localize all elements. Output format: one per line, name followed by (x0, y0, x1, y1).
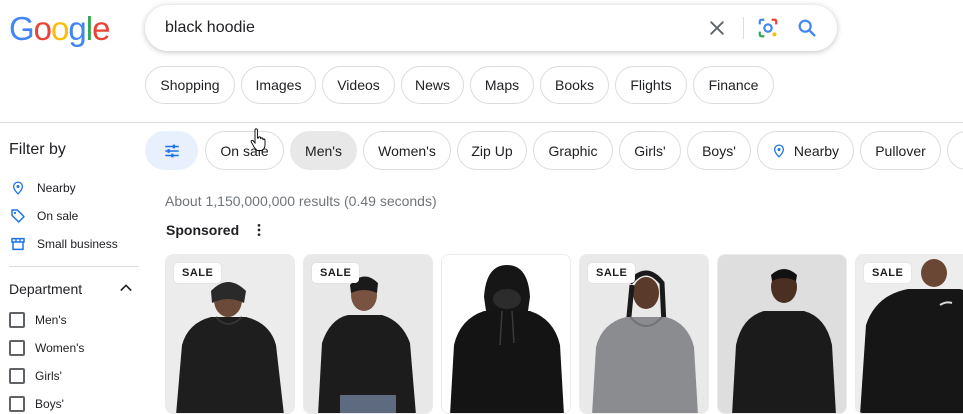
tab-label: Shopping (160, 77, 220, 93)
search-divider (743, 17, 744, 39)
tab-news[interactable]: News (401, 66, 464, 104)
mouse-cursor-icon (250, 128, 266, 151)
department-option-girls[interactable]: Girls' (9, 366, 62, 386)
tab-books[interactable]: Books (540, 66, 609, 104)
checkbox-label: Women's (35, 341, 85, 355)
chip-graphic[interactable]: Graphic (533, 131, 613, 170)
chip-label: Girls' (634, 142, 666, 159)
checkbox[interactable] (9, 368, 25, 384)
chevron-up-icon[interactable] (118, 280, 134, 296)
sponsored-label: Sponsored (166, 222, 240, 238)
logo-letter: e (92, 10, 110, 47)
filter-by-title: Filter by (9, 141, 66, 158)
sliders-icon (164, 144, 179, 157)
tab-label: Flights (630, 77, 672, 93)
sidebar-item-nearby[interactable]: Nearby (9, 178, 76, 198)
tag-icon (9, 207, 27, 225)
chip-nearby[interactable]: Nearby (757, 131, 854, 170)
department-option-womens[interactable]: Women's (9, 338, 84, 358)
product-card[interactable]: SALE (165, 254, 295, 414)
department-option-mens[interactable]: Men's (9, 310, 67, 330)
product-card[interactable] (717, 254, 847, 414)
product-image-hoodie (442, 255, 570, 413)
department-option-boys[interactable]: Boys' (9, 394, 64, 414)
sidebar-item-label: On sale (37, 209, 79, 223)
chip-label: Boys' (702, 142, 736, 159)
product-image-hoodie (718, 255, 846, 413)
location-pin-icon (773, 144, 784, 158)
tab-label: Maps (484, 77, 520, 93)
sidebar-item-label: Small business (37, 237, 118, 251)
chip-label: Graphic (548, 142, 598, 159)
filter-settings-button[interactable] (145, 131, 198, 170)
chip-boys[interactable]: Boys' (687, 131, 751, 170)
chip-label: Women's (378, 142, 436, 159)
google-logo[interactable]: Google (9, 10, 110, 47)
sidebar-divider (9, 266, 139, 267)
tab-label: Finance (708, 77, 759, 93)
search-bar (145, 5, 837, 51)
chip-zip-up[interactable]: Zip Up (457, 131, 527, 170)
sale-badge: SALE (312, 263, 360, 283)
chip-pullover[interactable]: Pullover (860, 131, 941, 170)
chip-on-sale[interactable]: On sale (205, 131, 284, 170)
tab-flights[interactable]: Flights (615, 66, 687, 104)
header-divider (0, 122, 963, 123)
sidebar-item-small-business[interactable]: Small business (9, 234, 118, 254)
logo-letter: G (9, 10, 35, 47)
chip-mens[interactable]: Men's (290, 131, 357, 170)
location-pin-icon (9, 179, 27, 197)
product-card[interactable]: SALE (303, 254, 433, 414)
search-icon[interactable] (796, 17, 818, 39)
chip-girls[interactable]: Girls' (619, 131, 681, 170)
sale-badge: SALE (864, 263, 912, 283)
tab-finance[interactable]: Finance (693, 66, 774, 104)
chip-label: Men's (305, 142, 342, 159)
checkbox[interactable] (9, 312, 25, 328)
checkbox[interactable] (9, 396, 25, 412)
results-stats: About 1,150,000,000 results (0.49 second… (165, 193, 437, 209)
clear-icon[interactable] (707, 18, 727, 38)
search-input[interactable] (165, 5, 685, 51)
tab-maps[interactable]: Maps (470, 66, 534, 104)
checkbox-label: Girls' (35, 369, 62, 383)
checkbox-label: Boys' (35, 397, 64, 411)
sidebar-item-on-sale[interactable]: On sale (9, 206, 78, 226)
tab-label: Books (555, 77, 594, 93)
lens-camera-icon[interactable] (757, 17, 779, 39)
storefront-icon (9, 235, 27, 253)
chip-label: Pullover (875, 142, 926, 159)
tab-label: News (414, 77, 450, 93)
product-card[interactable]: SALE (855, 254, 963, 414)
product-card[interactable]: SALE (579, 254, 709, 414)
logo-letter: g (68, 10, 86, 47)
chip-womens[interactable]: Women's (363, 131, 451, 170)
logo-letter: o (33, 10, 52, 47)
tab-label: Images (255, 77, 302, 93)
chip-label: Nearby (793, 142, 840, 159)
more-vert-icon[interactable] (251, 222, 267, 238)
sale-badge: SALE (588, 263, 636, 283)
logo-letter: o (51, 10, 69, 47)
product-card[interactable] (441, 254, 571, 414)
chip-label: Zip Up (471, 142, 513, 159)
tab-label: Videos (337, 77, 380, 93)
tab-videos[interactable]: Videos (322, 66, 395, 104)
sale-badge: SALE (174, 263, 222, 283)
department-title: Department (9, 281, 83, 297)
chip-partial[interactable] (947, 131, 963, 170)
tab-images[interactable]: Images (241, 66, 316, 104)
tab-shopping[interactable]: Shopping (145, 66, 235, 104)
checkbox[interactable] (9, 340, 25, 356)
sidebar-item-label: Nearby (37, 181, 76, 195)
checkbox-label: Men's (35, 313, 67, 327)
